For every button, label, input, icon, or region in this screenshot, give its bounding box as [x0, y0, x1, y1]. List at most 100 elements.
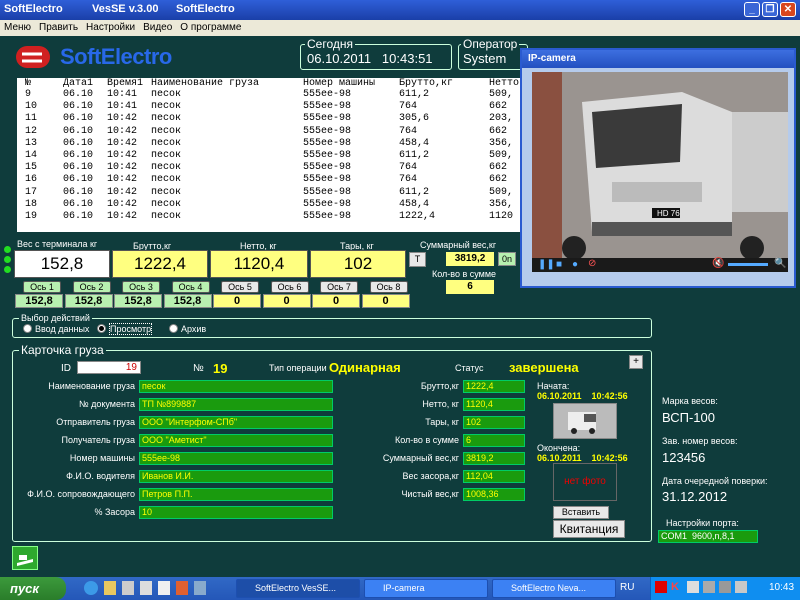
- stop-icon[interactable]: ■: [556, 259, 562, 270]
- check-value: 31.12.2012: [662, 489, 728, 504]
- close-icon[interactable]: ✕: [780, 2, 796, 17]
- tray-display-icon[interactable]: [719, 581, 731, 593]
- table-row[interactable]: 19 06.10 10:42 песок 555ee-98 1222,4 1120: [17, 211, 522, 223]
- expand-button[interactable]: +: [629, 355, 643, 369]
- card-weight-value[interactable]: 3819,2: [463, 452, 525, 465]
- menu-item-settings[interactable]: Настройки: [82, 20, 139, 35]
- today-value: 06.10.2011 10:43:51: [307, 51, 433, 66]
- folder-icon[interactable]: [104, 581, 116, 595]
- taskbar-item-ipcamera[interactable]: IP-camera: [364, 579, 488, 598]
- receipt-button[interactable]: Квитанция: [553, 520, 625, 538]
- pause-icon[interactable]: ❚❚: [538, 259, 555, 270]
- table-row[interactable]: 13 06.10 10:42 песок 555ee-98 458,4 356,: [17, 138, 522, 150]
- lang-indicator[interactable]: RU: [620, 582, 644, 596]
- id-value[interactable]: 19: [77, 361, 141, 374]
- axis-8-button[interactable]: Ось 8: [369, 281, 408, 293]
- axis-7-button[interactable]: Ось 7: [320, 281, 358, 293]
- sum-on-button[interactable]: 0n: [498, 252, 516, 266]
- row-brutto: 611,2: [399, 89, 430, 100]
- radio-input-data[interactable]: Ввод данных: [23, 324, 89, 334]
- card-field-input[interactable]: ООО "Интерфом-СПб": [139, 416, 333, 429]
- row-netto: 1120: [489, 210, 514, 222]
- tray-antivirus-icon[interactable]: [655, 581, 667, 593]
- axis-6-button[interactable]: Ось 6: [270, 281, 309, 293]
- scale-icon[interactable]: [12, 546, 38, 570]
- row-plate: 555ee-98: [303, 125, 352, 137]
- doc-icon[interactable]: [158, 581, 170, 595]
- card-field-input[interactable]: ТП №899887: [139, 398, 333, 411]
- card-field-input[interactable]: 555ee-98: [139, 452, 333, 465]
- snapshot-icon[interactable]: ⊘: [588, 258, 596, 269]
- zoom-icon[interactable]: 🔍: [774, 258, 786, 269]
- col-cargo[interactable]: Наименование груза: [151, 78, 259, 89]
- card-field-input[interactable]: Петров П.П.: [139, 488, 333, 501]
- ip-camera-window[interactable]: IP-camera HD 76 ❚❚ ■ ● ⊘ 🔇 🔍: [520, 48, 796, 288]
- port-value[interactable]: COM1 9600,n,8,1: [658, 530, 758, 543]
- table-row[interactable]: 14 06.10 10:42 песок 555ee-98 611,2 509,: [17, 150, 522, 162]
- table-row[interactable]: 11 06.10 10:42 песок 555ee-98 305,6 203,: [17, 113, 522, 125]
- media-icon[interactable]: [176, 581, 188, 595]
- axis-4-button[interactable]: Ось 4: [171, 281, 210, 293]
- card-field-input[interactable]: песок: [139, 380, 333, 393]
- menu-item-menu[interactable]: Меню: [0, 20, 35, 35]
- maximize-icon[interactable]: ❐: [762, 2, 778, 17]
- minimize-icon[interactable]: _: [744, 2, 760, 17]
- table-row[interactable]: 16 06.10 10:42 песок 555ee-98 764 662: [17, 174, 522, 186]
- radio-archive[interactable]: Архив: [169, 324, 206, 334]
- ie-icon[interactable]: [84, 581, 98, 595]
- logo-icon: [16, 46, 50, 68]
- tare-button[interactable]: T: [409, 252, 426, 267]
- row-plate: 555ee-98: [303, 210, 352, 222]
- mute-icon[interactable]: 🔇: [712, 258, 724, 269]
- card-weight-value[interactable]: 102: [463, 416, 525, 429]
- menu-item-about[interactable]: О программе: [176, 20, 245, 35]
- volume-slider[interactable]: [728, 263, 768, 266]
- col-plate[interactable]: Номер машины: [303, 78, 375, 89]
- col-brutto[interactable]: Брутто,кг: [399, 78, 453, 89]
- table-row[interactable]: 9 06.10 10:41 песок 555ee-98 611,2 509,: [17, 89, 522, 101]
- row-date: 06.10: [63, 162, 94, 174]
- axis-5-button[interactable]: Ось 5: [221, 281, 259, 293]
- operator-label: Оператор: [461, 37, 520, 51]
- card-weight-value[interactable]: 1120,4: [463, 398, 525, 411]
- explorer-icon[interactable]: [122, 581, 134, 595]
- taskbar-item-neva[interactable]: SoftElectro Neva...: [492, 579, 616, 598]
- row-date: 06.10: [63, 149, 94, 161]
- table-row[interactable]: 10 06.10 10:41 песок 555ee-98 764 662: [17, 101, 522, 113]
- col-time[interactable]: Время1: [107, 78, 143, 89]
- tool-icon[interactable]: [194, 581, 206, 595]
- menu-item-video[interactable]: Видео: [139, 20, 176, 35]
- weighing-table[interactable]: № Дата1 Время1 Наименование груза Номер …: [17, 78, 522, 232]
- row-time: 10:42: [107, 198, 138, 210]
- tray-app-icon[interactable]: [687, 581, 699, 593]
- taskbar-item-softelectro[interactable]: SoftElectro VesSE...: [236, 579, 360, 598]
- tray-k-icon[interactable]: K: [671, 581, 683, 593]
- card-field-input[interactable]: Иванов И.И.: [139, 470, 333, 483]
- axis-2-button[interactable]: Ось 2: [72, 281, 111, 293]
- card-weight-value[interactable]: 1222,4: [463, 380, 525, 393]
- axis-3-button[interactable]: Ось 3: [122, 281, 160, 293]
- card-weight-value[interactable]: 112,04: [463, 470, 525, 483]
- radio-view[interactable]: Просмотр: [97, 323, 153, 335]
- card-weight-value[interactable]: 1008,36: [463, 488, 525, 501]
- card-field-input[interactable]: 10: [139, 506, 333, 519]
- axis-1-button[interactable]: Ось 1: [23, 281, 61, 293]
- tray-network-icon[interactable]: [703, 581, 715, 593]
- table-row[interactable]: 17 06.10 10:42 песок 555ee-98 611,2 509,: [17, 187, 522, 199]
- col-num[interactable]: №: [25, 78, 31, 89]
- tray-sound-icon[interactable]: [735, 581, 747, 593]
- row-cargo: песок: [151, 210, 182, 222]
- app-icon[interactable]: [140, 581, 152, 595]
- tara-value: 102: [310, 250, 406, 278]
- table-row[interactable]: 18 06.10 10:42 песок 555ee-98 458,4 356,: [17, 199, 522, 211]
- table-row[interactable]: 15 06.10 10:42 песок 555ee-98 764 662: [17, 162, 522, 174]
- col-netto[interactable]: Нетто: [489, 78, 519, 89]
- start-button[interactable]: пуск: [0, 577, 66, 600]
- col-date[interactable]: Дата1: [63, 78, 93, 89]
- table-row[interactable]: 12 06.10 10:42 песок 555ee-98 764 662: [17, 126, 522, 138]
- insert-button[interactable]: Вставить: [553, 506, 609, 519]
- card-weight-value[interactable]: 6: [463, 434, 525, 447]
- record-icon[interactable]: ●: [572, 259, 578, 270]
- card-field-input[interactable]: ООО "Аметист": [139, 434, 333, 447]
- menu-item-edit[interactable]: Править: [35, 20, 82, 35]
